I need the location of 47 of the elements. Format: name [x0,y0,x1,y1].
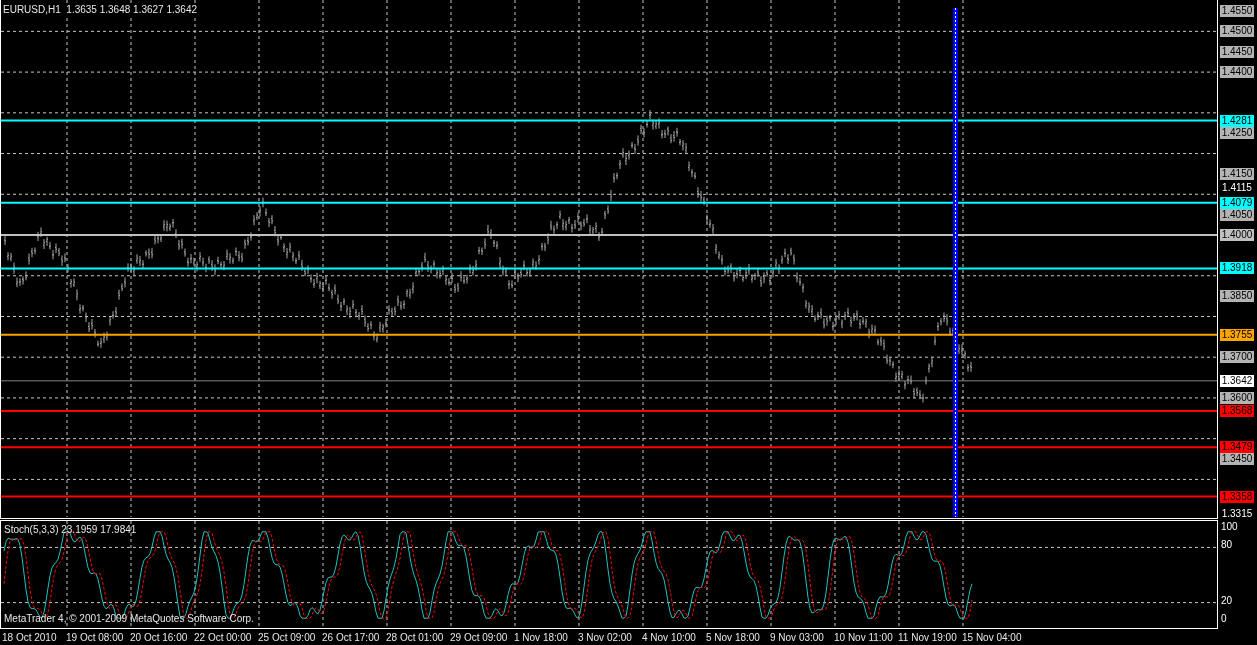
price-label: 1.3850 [1220,290,1254,303]
time-label: 19 Oct 08:00 [66,631,125,643]
indicator-scale-label: 20 [1221,594,1233,607]
level-price-label: 1.3568 [1220,404,1254,417]
vertical-line-marker[interactable] [953,7,958,517]
level-price-label: 1.3918 [1220,262,1254,275]
level-price-label: 1.4281 [1220,114,1254,127]
time-label: 3 Nov 02:00 [578,631,633,643]
time-label: 28 Oct 01:00 [386,631,445,643]
price-label: 1.3315 [1220,508,1254,520]
time-label: 11 Nov 19:00 [898,631,958,643]
price-label: 1.4500 [1220,25,1254,38]
time-label: 22 Oct 00:00 [194,631,253,643]
time-label: 1 Nov 18:00 [514,631,569,643]
time-label: 15 Nov 04:00 [962,631,1023,643]
level-price-label: 1.3479 [1220,441,1254,454]
time-label: 18 Oct 2010 [2,631,58,643]
time-label: 29 Oct 09:00 [450,631,509,643]
price-label: 1.4550 [1220,5,1254,17]
level-price-label: 1.3755 [1220,328,1254,341]
indicator-title: Stoch(5,3,3) 23.1959 17.9841 [4,524,137,535]
level-price-label: 1.4079 [1220,196,1254,209]
indicator-scale-label: 80 [1221,539,1233,552]
level-price-label: 1.4000 [1220,229,1254,241]
level-line[interactable] [1,409,1217,412]
copyright-text: MetaTrader 4, © 2001-2009 MetaQuotes Software Corp. [4,613,254,624]
price-label: 1.3600 [1220,391,1254,404]
level-line[interactable] [1,446,1217,449]
time-label: 4 Nov 10:00 [642,631,697,643]
price-label: 1.4450 [1220,45,1254,58]
time-label: 9 Nov 03:00 [770,631,825,643]
time-label: 26 Oct 17:00 [322,631,381,643]
price-label: 1.4150 [1220,167,1254,180]
time-label: 20 Oct 16:00 [130,631,189,643]
level-line[interactable] [1,333,1217,336]
price-label: 1.4400 [1220,66,1254,79]
level-price-label: 1.3358 [1220,490,1254,503]
indicator-scale-label: 100 [1221,521,1238,533]
time-label: 5 Nov 18:00 [706,631,761,643]
price-label: 1.4250 [1220,127,1254,140]
time-label: 10 Nov 11:00 [834,631,894,643]
price-label: 1.3700 [1220,351,1254,364]
time-label: 25 Oct 09:00 [258,631,317,643]
current-price-label: 1.3642 [1220,374,1254,387]
chart-title: EURUSD,H1 1.3635 1.3648 1.3627 1.3642 [3,4,198,15]
price-label: 1.3450 [1220,453,1254,465]
indicator-scale-label: 0 [1221,613,1227,625]
